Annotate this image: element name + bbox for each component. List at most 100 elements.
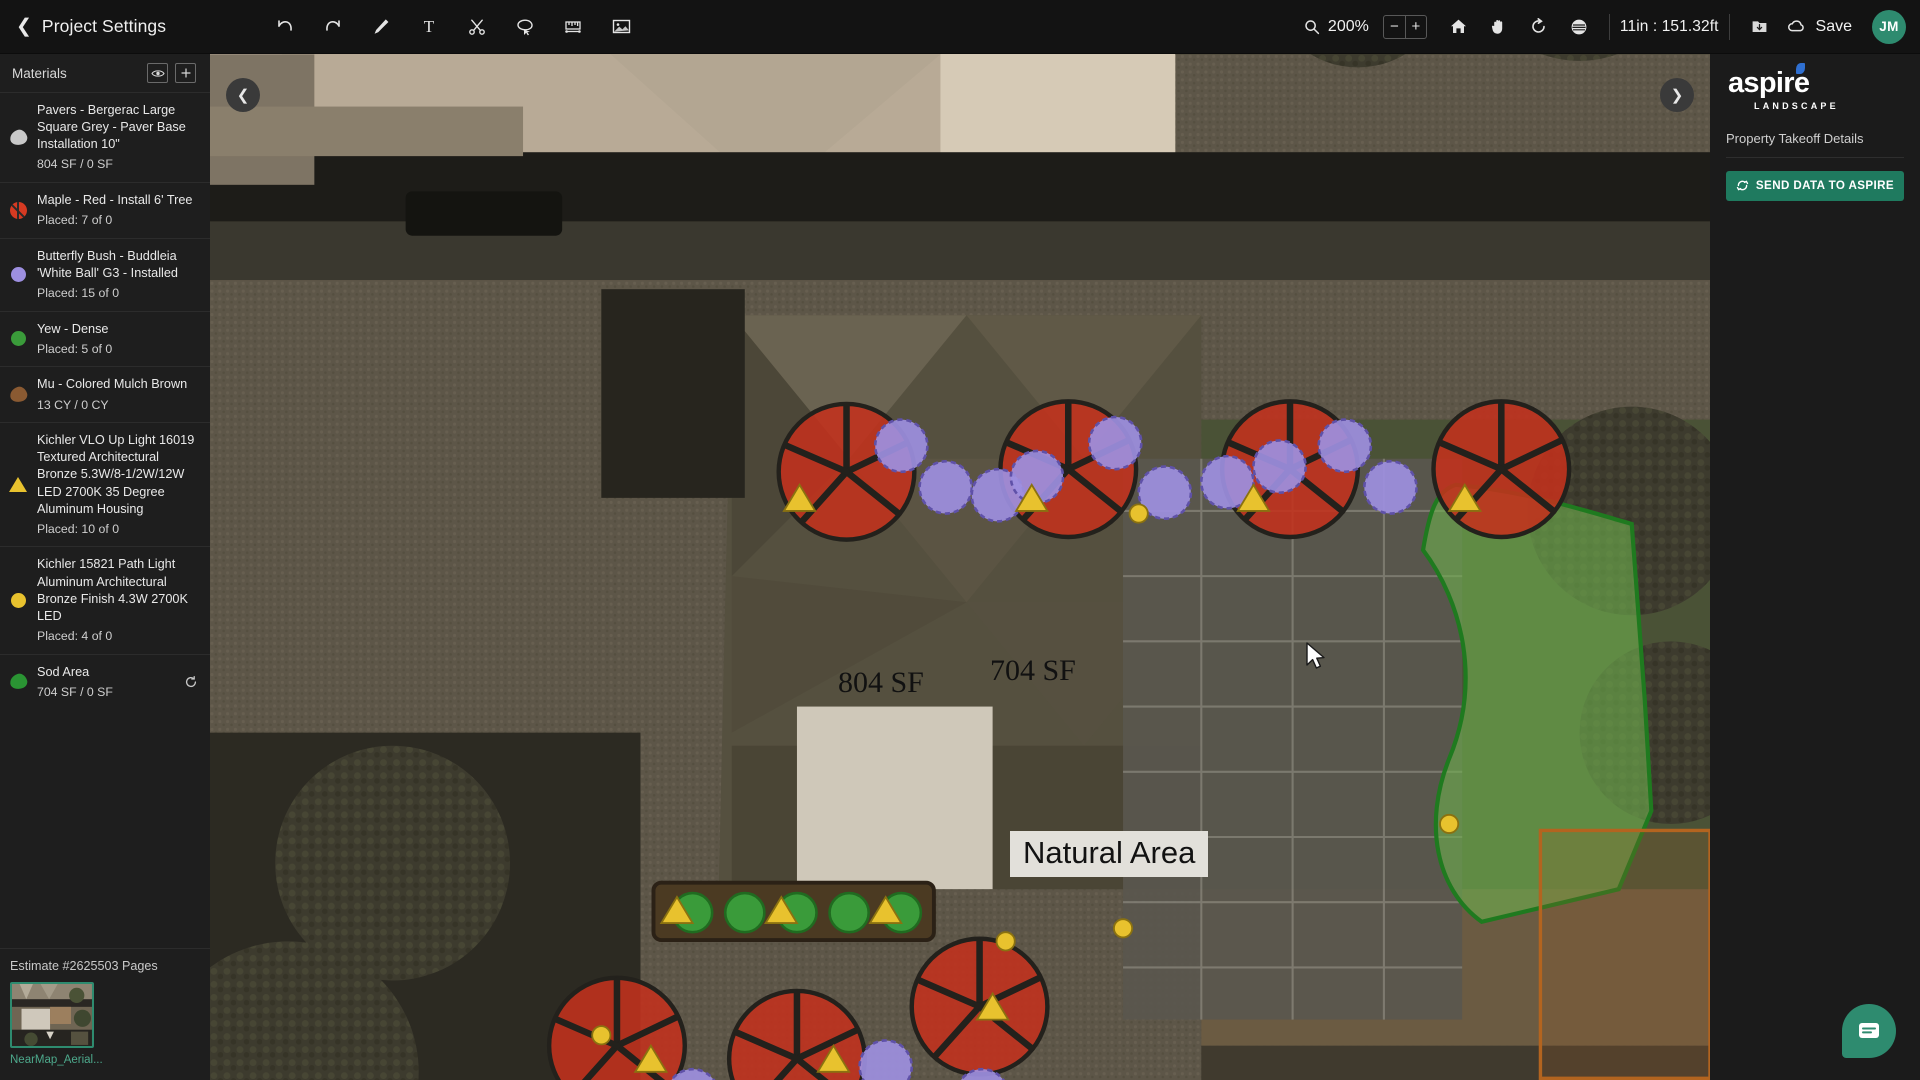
material-name: Mu - Colored Mulch Brown xyxy=(37,377,188,392)
aspire-logo-subtext: LANDSCAPE xyxy=(1754,100,1839,111)
material-text: Kichler 15821 Path Light Aluminum Archit… xyxy=(37,556,200,644)
material-list-item[interactable]: Mu - Colored Mulch Brown 13 CY / 0 CY xyxy=(0,366,210,422)
material-swatch-circle-icon xyxy=(8,592,28,608)
cloud-icon xyxy=(1787,20,1804,32)
rotate-button[interactable] xyxy=(1519,7,1559,47)
zoom-control: 200% − + xyxy=(1303,14,1427,39)
undo-button[interactable] xyxy=(266,8,304,46)
page-title: Project Settings xyxy=(41,16,167,36)
material-name: Maple - Red - Install 6' Tree xyxy=(37,193,193,208)
hand-pan-icon xyxy=(1492,20,1503,34)
text-tool-button[interactable]: T xyxy=(410,8,448,46)
aerial-map: 804 SF 704 SF Natural Area xyxy=(210,54,1710,1080)
material-quantity: Placed: 15 of 0 xyxy=(37,286,120,301)
material-text: Sod Area 704 SF / 0 SF xyxy=(37,664,173,701)
zoom-stepper-group: − + xyxy=(1382,14,1427,39)
chevron-left-icon: ❮ xyxy=(236,87,250,104)
material-swatch-blob-icon xyxy=(7,384,29,405)
layers-button[interactable] xyxy=(1559,7,1599,47)
layers-icon xyxy=(1571,19,1587,34)
app-body: Materials Pavers - Bergerac Large Square… xyxy=(0,54,1920,1080)
download-button[interactable] xyxy=(1740,7,1780,47)
home-icon xyxy=(1451,19,1467,33)
map-graphics xyxy=(210,54,1710,1080)
topbar-right-controls: 200% − + 11in: 151.32ft Save JM xyxy=(1303,7,1920,47)
drawing-tools: T xyxy=(266,8,640,46)
search-icon xyxy=(1305,19,1320,34)
pencil-tool-button[interactable] xyxy=(362,8,400,46)
chat-icon xyxy=(1859,1023,1879,1038)
support-chat-button[interactable] xyxy=(1842,1004,1896,1058)
sync-icon xyxy=(1736,180,1749,191)
toggle-visibility-button[interactable] xyxy=(147,63,168,83)
save-button[interactable]: Save xyxy=(1780,8,1862,46)
material-quantity: Placed: 5 of 0 xyxy=(37,341,113,356)
material-swatch-tree-icon xyxy=(8,201,28,219)
send-data-to-aspire-button[interactable]: SEND DATA TO ASPIRE xyxy=(1726,170,1904,201)
top-toolbar: ❮ Project Settings T 200% − + 11in: 151… xyxy=(0,0,1920,54)
natural-area-label: Natural Area xyxy=(1010,831,1209,877)
materials-sidebar: Materials Pavers - Bergerac Large Square… xyxy=(0,54,210,1080)
collapse-left-panel-button[interactable]: ❮ xyxy=(226,78,260,112)
material-swatch-blob-icon xyxy=(7,127,29,148)
panel-section-title: Property Takeoff Details xyxy=(1726,127,1904,158)
toolbar-divider xyxy=(1608,13,1610,40)
material-list-item[interactable]: Kichler VLO Up Light 16019 Textured Arch… xyxy=(0,422,210,546)
material-quantity: 704 SF / 0 SF xyxy=(37,684,113,699)
save-label: Save xyxy=(1815,17,1852,35)
map-canvas[interactable]: 804 SF 704 SF Natural Area ❮ ❯ xyxy=(210,54,1710,1080)
zoom-out-button[interactable]: − xyxy=(1384,16,1405,38)
material-name: Pavers - Bergerac Large Square Grey - Pa… xyxy=(37,103,186,152)
thumbnail-image xyxy=(12,984,92,1046)
material-list-item[interactable]: Pavers - Bergerac Large Square Grey - Pa… xyxy=(0,92,210,182)
ruler-measure-tool-button[interactable] xyxy=(554,8,592,46)
material-text: Mu - Colored Mulch Brown 13 CY / 0 CY xyxy=(37,376,200,413)
redo-button[interactable] xyxy=(314,8,352,46)
material-quantity: Placed: 7 of 0 xyxy=(37,213,113,228)
material-text: Kichler VLO Up Light 16019 Textured Arch… xyxy=(37,432,200,537)
zoom-level-value: 200% xyxy=(1327,17,1369,35)
eye-icon xyxy=(150,69,165,77)
material-text: Pavers - Bergerac Large Square Grey - Pa… xyxy=(37,102,200,173)
page-thumbnail[interactable] xyxy=(10,982,94,1048)
aspire-logo-text: aspire xyxy=(1728,67,1810,99)
scissors-tool-button[interactable] xyxy=(458,8,496,46)
plus-icon xyxy=(180,68,191,78)
avatar[interactable]: JM xyxy=(1872,9,1906,44)
app-root: ❮ Project Settings T 200% − + 11in: 151… xyxy=(0,0,1920,1080)
material-name: Yew - Dense xyxy=(37,321,109,336)
chevron-left-icon: ❮ xyxy=(16,16,32,37)
materials-list[interactable]: Pavers - Bergerac Large Square Grey - Pa… xyxy=(0,92,210,948)
material-name: Sod Area xyxy=(37,664,90,679)
back-to-project-settings[interactable]: ❮ Project Settings xyxy=(0,16,258,37)
material-text: Butterfly Bush - Buddleia 'White Ball' G… xyxy=(37,248,200,302)
material-swatch-circle-icon xyxy=(8,267,28,283)
send-data-label: SEND DATA TO ASPIRE xyxy=(1755,179,1895,193)
material-list-item[interactable]: Kichler 15821 Path Light Aluminum Archit… xyxy=(0,546,210,653)
home-view-button[interactable] xyxy=(1439,7,1479,47)
material-quantity: Placed: 4 of 0 xyxy=(37,628,113,643)
lasso-select-tool-button[interactable] xyxy=(506,8,544,46)
material-list-item[interactable]: Butterfly Bush - Buddleia 'White Ball' G… xyxy=(0,237,210,311)
zoom-in-button[interactable]: + xyxy=(1404,15,1426,38)
collapse-right-panel-button[interactable]: ❯ xyxy=(1660,78,1694,112)
chevron-right-icon: ❯ xyxy=(1670,87,1684,104)
thumbnail-filename: NearMap_Aerial... xyxy=(10,1054,103,1066)
refresh-icon[interactable] xyxy=(182,675,200,689)
material-name: Kichler VLO Up Light 16019 Textured Arch… xyxy=(37,433,195,516)
material-list-item[interactable]: Maple - Red - Install 6' Tree Placed: 7 o… xyxy=(0,182,210,238)
add-material-button[interactable] xyxy=(175,63,196,83)
materials-header: Materials xyxy=(0,54,210,92)
material-list-item[interactable]: Sod Area 704 SF / 0 SF xyxy=(0,653,210,710)
pan-tool-button[interactable] xyxy=(1479,7,1519,47)
material-list-item[interactable]: Yew - Dense Placed: 5 of 0 xyxy=(0,310,210,367)
image-tool-button[interactable] xyxy=(602,8,640,46)
estimate-pages-section: Estimate #2625503 Pages NearMap_Aerial..… xyxy=(0,948,210,1080)
rotate-icon xyxy=(1532,18,1546,33)
material-quantity: 804 SF / 0 SF xyxy=(37,157,113,172)
toolbar-divider-2 xyxy=(1728,13,1730,40)
material-swatch-blob-icon xyxy=(7,672,29,692)
material-quantity: 13 CY / 0 CY xyxy=(37,397,109,412)
materials-title: Materials xyxy=(12,65,67,81)
material-name: Kichler 15821 Path Light Aluminum Archit… xyxy=(37,557,188,623)
